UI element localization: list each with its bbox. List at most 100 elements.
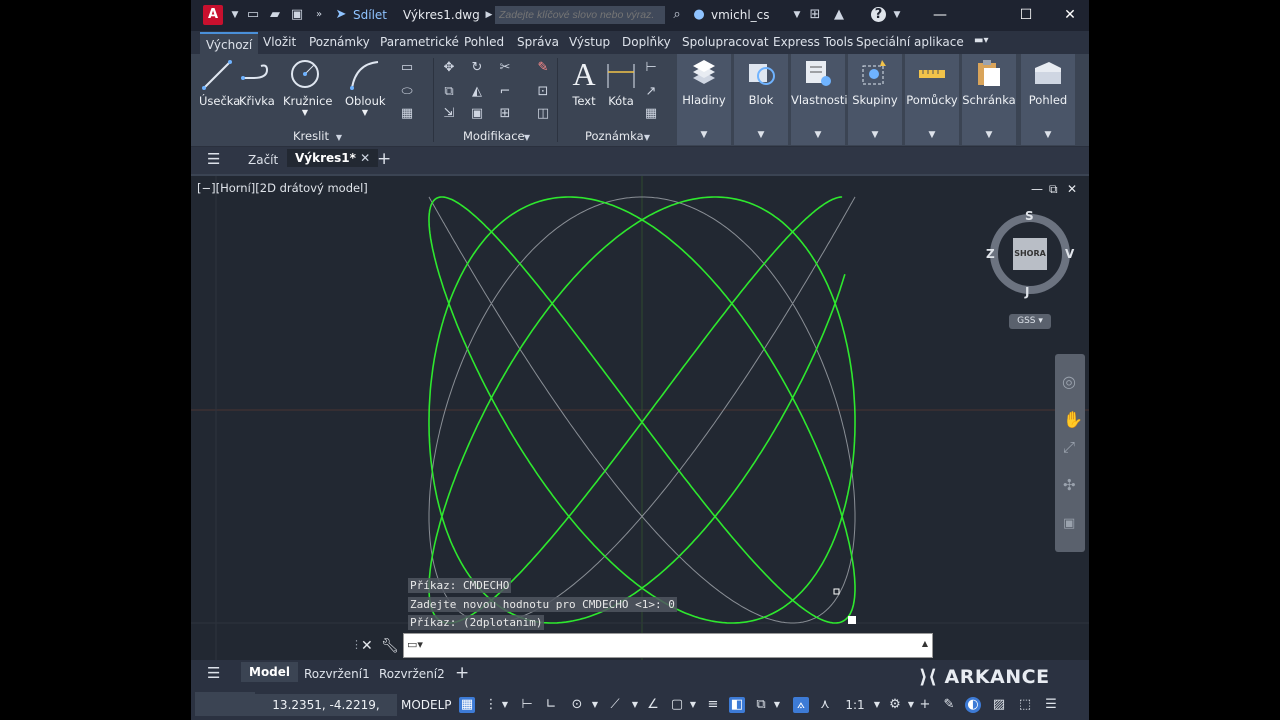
chevron-down-icon[interactable]: ▼: [587, 697, 603, 713]
chevron-down-icon[interactable]: ▼: [869, 697, 885, 713]
auto-scale-icon[interactable]: ⋏: [817, 697, 833, 713]
grid-icon[interactable]: ▦: [399, 106, 415, 122]
chevron-down-icon[interactable]: ▼: [627, 697, 643, 713]
mirror-icon[interactable]: ◭: [469, 84, 485, 100]
annotation-group-label[interactable]: Poznámka: [585, 129, 644, 143]
dimension-button[interactable]: Kóta: [605, 58, 637, 108]
chevron-down-icon[interactable]: ▼: [905, 130, 959, 140]
steering-wheel-icon[interactable]: ◎: [1062, 372, 1076, 391]
chevron-down-icon[interactable]: ▼: [1021, 130, 1075, 140]
isolate-icon[interactable]: ✎: [941, 697, 957, 713]
block-tile[interactable]: Blok ▼: [734, 54, 788, 145]
line-button[interactable]: Úsečka: [199, 58, 240, 108]
transparency-icon[interactable]: ◧: [729, 697, 745, 713]
share-button[interactable]: Sdílet: [353, 8, 387, 22]
cart-icon[interactable]: ⊞: [807, 7, 823, 23]
fillet-icon[interactable]: ⌐: [497, 84, 513, 100]
compass-east[interactable]: V: [1065, 247, 1074, 261]
tab-parametricke[interactable]: Parametrické: [380, 35, 459, 49]
tab-start[interactable]: Začít: [248, 153, 278, 167]
menu-icon[interactable]: ☰: [207, 150, 220, 168]
groups-tile[interactable]: Skupiny ▼: [848, 54, 902, 145]
tab-vystup[interactable]: Výstup: [569, 35, 610, 49]
chevron-down-icon[interactable]: ▼: [331, 130, 347, 146]
search-icon[interactable]: ⌕: [669, 7, 685, 23]
rotate-icon[interactable]: ↻: [469, 60, 485, 76]
leader-icon[interactable]: ↗: [643, 84, 659, 100]
array-icon[interactable]: ⊞: [497, 106, 513, 122]
close-window-button[interactable]: ✕: [1055, 5, 1085, 25]
chevron-down-icon[interactable]: ▼: [962, 130, 1016, 140]
table-icon[interactable]: ▦: [643, 106, 659, 122]
chevron-down-icon[interactable]: ▼: [345, 108, 385, 117]
chevron-down-icon[interactable]: ▼: [769, 697, 785, 713]
tab-vychozi[interactable]: Výchozí: [200, 32, 259, 54]
chevron-down-icon[interactable]: ▼: [639, 130, 655, 146]
tab-drawing[interactable]: Výkres1* ✕: [287, 149, 379, 167]
rectangle-icon[interactable]: ▭: [399, 60, 415, 76]
coordinates-readout[interactable]: 13.2351, -4.2219, 0.0000: [255, 694, 397, 716]
search-input[interactable]: [495, 6, 665, 24]
chevron-down-icon[interactable]: ▼: [848, 130, 902, 140]
hatch-icon[interactable]: ⬭: [399, 84, 415, 100]
new-tab-button[interactable]: +: [377, 149, 391, 169]
customize-icon[interactable]: 🔧︎: [381, 638, 399, 654]
linear-dim-icon[interactable]: ⊢: [643, 60, 659, 76]
chevron-down-icon[interactable]: ▼: [227, 7, 243, 23]
grid-toggle-icon[interactable]: ▦: [459, 697, 475, 713]
polar-tracking-icon[interactable]: ⊙: [569, 697, 585, 713]
tab-doplnky[interactable]: Doplňky: [622, 35, 671, 49]
customization-menu-icon[interactable]: ☰: [1043, 697, 1059, 713]
draw-group-label[interactable]: Kreslit: [293, 129, 329, 143]
compass-south[interactable]: J: [1025, 285, 1029, 299]
annotation-scale[interactable]: 1:1: [843, 697, 867, 713]
chevron-down-icon[interactable]: ▼: [519, 130, 535, 146]
fullscreen-icon[interactable]: ⬚: [1017, 697, 1033, 713]
osnap-icon[interactable]: ▢: [669, 697, 685, 713]
clean-screen-icon[interactable]: ▨: [991, 697, 1007, 713]
hardware-acceleration-icon[interactable]: ◐: [965, 697, 981, 713]
save-icon[interactable]: ▣: [289, 7, 305, 23]
user-name[interactable]: vmichl_cs: [711, 8, 770, 22]
plus-icon[interactable]: +: [917, 697, 933, 713]
menu-icon[interactable]: ☰: [207, 664, 220, 682]
drawing-area[interactable]: [−][Horní][2D drátový model] — ⧉ ✕ SHORA…: [191, 176, 1089, 660]
more-icon[interactable]: »: [311, 7, 327, 23]
tab-specialni-aplikace[interactable]: Speciální aplikace: [856, 35, 964, 49]
chevron-down-icon[interactable]: ▼: [685, 697, 701, 713]
minimize-button[interactable]: —: [925, 5, 955, 25]
new-file-icon[interactable]: ▭: [245, 7, 261, 23]
arc-button[interactable]: Oblouk ▼: [345, 58, 386, 117]
chevron-down-icon[interactable]: ▼: [789, 7, 805, 23]
erase-icon[interactable]: ✎: [535, 60, 551, 76]
properties-tile[interactable]: Vlastnosti ▼: [791, 54, 848, 145]
model-space-toggle[interactable]: MODELP: [401, 694, 452, 716]
share-icon[interactable]: ➤: [333, 7, 349, 23]
chevron-down-icon[interactable]: ▼: [889, 7, 905, 23]
tab-poznamky[interactable]: Poznámky: [309, 35, 370, 49]
orbit-icon[interactable]: ✣: [1063, 476, 1076, 494]
showmotion-icon[interactable]: ▣: [1063, 516, 1075, 531]
explode-icon[interactable]: ⊡: [535, 84, 551, 100]
tab-pohled[interactable]: Pohled: [464, 35, 504, 49]
chevron-down-icon[interactable]: ▼: [283, 108, 327, 117]
compass-west[interactable]: Z: [986, 247, 995, 261]
command-line-input[interactable]: ▭▾ ▲: [403, 633, 933, 658]
utilities-tile[interactable]: Pomůcky ▼: [905, 54, 959, 145]
circle-button[interactable]: Kružnice ▼: [283, 58, 332, 117]
layers-tile[interactable]: Hladiny ▼: [677, 54, 731, 145]
tab-layout1[interactable]: Rozvržení1: [304, 667, 370, 681]
close-icon[interactable]: ✕: [361, 638, 373, 654]
viewcube-face-top[interactable]: SHORA: [1013, 238, 1047, 270]
panel-toggle-icon[interactable]: ▬▾: [974, 35, 988, 46]
object-snap-tracking-icon[interactable]: ∠: [645, 697, 661, 713]
pan-icon[interactable]: ✋: [1063, 410, 1083, 429]
tab-sprava[interactable]: Správa: [517, 35, 559, 49]
move-icon[interactable]: ✥: [441, 60, 457, 76]
ortho-icon[interactable]: ∟: [543, 697, 559, 713]
stretch-icon[interactable]: ⇲: [441, 106, 457, 122]
offset-icon[interactable]: ◫: [535, 106, 551, 122]
gear-icon[interactable]: ⚙: [887, 697, 903, 713]
copy-icon[interactable]: ⧉: [441, 84, 457, 100]
maximize-button[interactable]: ☐: [1011, 5, 1041, 25]
